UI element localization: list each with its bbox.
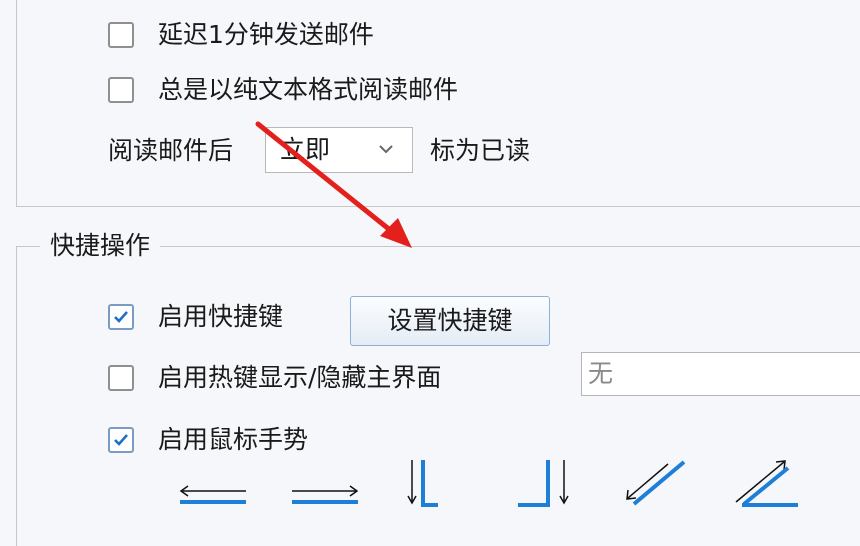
delay-send-checkbox[interactable]: [108, 22, 134, 48]
hotkey-input[interactable]: 无: [581, 352, 860, 396]
diagonal-up-icon: [626, 460, 686, 506]
checkmark-icon: [114, 311, 128, 323]
hotkey-input-value: 无: [588, 359, 614, 388]
down-left-icon: [518, 460, 569, 507]
enable-shortcuts-checkbox[interactable]: [108, 304, 134, 330]
shortcuts-group-title: 快捷操作: [40, 231, 161, 261]
arrow-left-icon: [179, 485, 246, 504]
plain-text-label: 总是以纯文本格式阅读邮件: [158, 75, 459, 104]
diagonal-down-icon: [735, 460, 798, 507]
hotkey-toggle-checkbox[interactable]: [108, 365, 134, 391]
mouse-gestures-label: 启用鼠标手势: [158, 425, 309, 454]
after-read-suffix-label: 标为已读: [430, 136, 531, 165]
annotation-arrow-icon: [255, 121, 412, 248]
enable-shortcuts-label: 启用快捷键: [158, 302, 284, 331]
set-shortcuts-button[interactable]: 设置快捷键: [350, 296, 550, 346]
after-read-prefix-label: 阅读邮件后: [108, 136, 234, 165]
plain-text-checkbox[interactable]: [108, 77, 134, 103]
down-right-icon: [407, 460, 438, 507]
mouse-gestures-checkbox[interactable]: [108, 427, 134, 453]
hotkey-toggle-label: 启用热键显示/隐藏主界面: [158, 363, 442, 392]
delay-send-label: 延迟1分钟发送邮件: [158, 20, 374, 49]
checkmark-icon: [114, 434, 128, 446]
arrow-right-icon: [292, 485, 359, 504]
